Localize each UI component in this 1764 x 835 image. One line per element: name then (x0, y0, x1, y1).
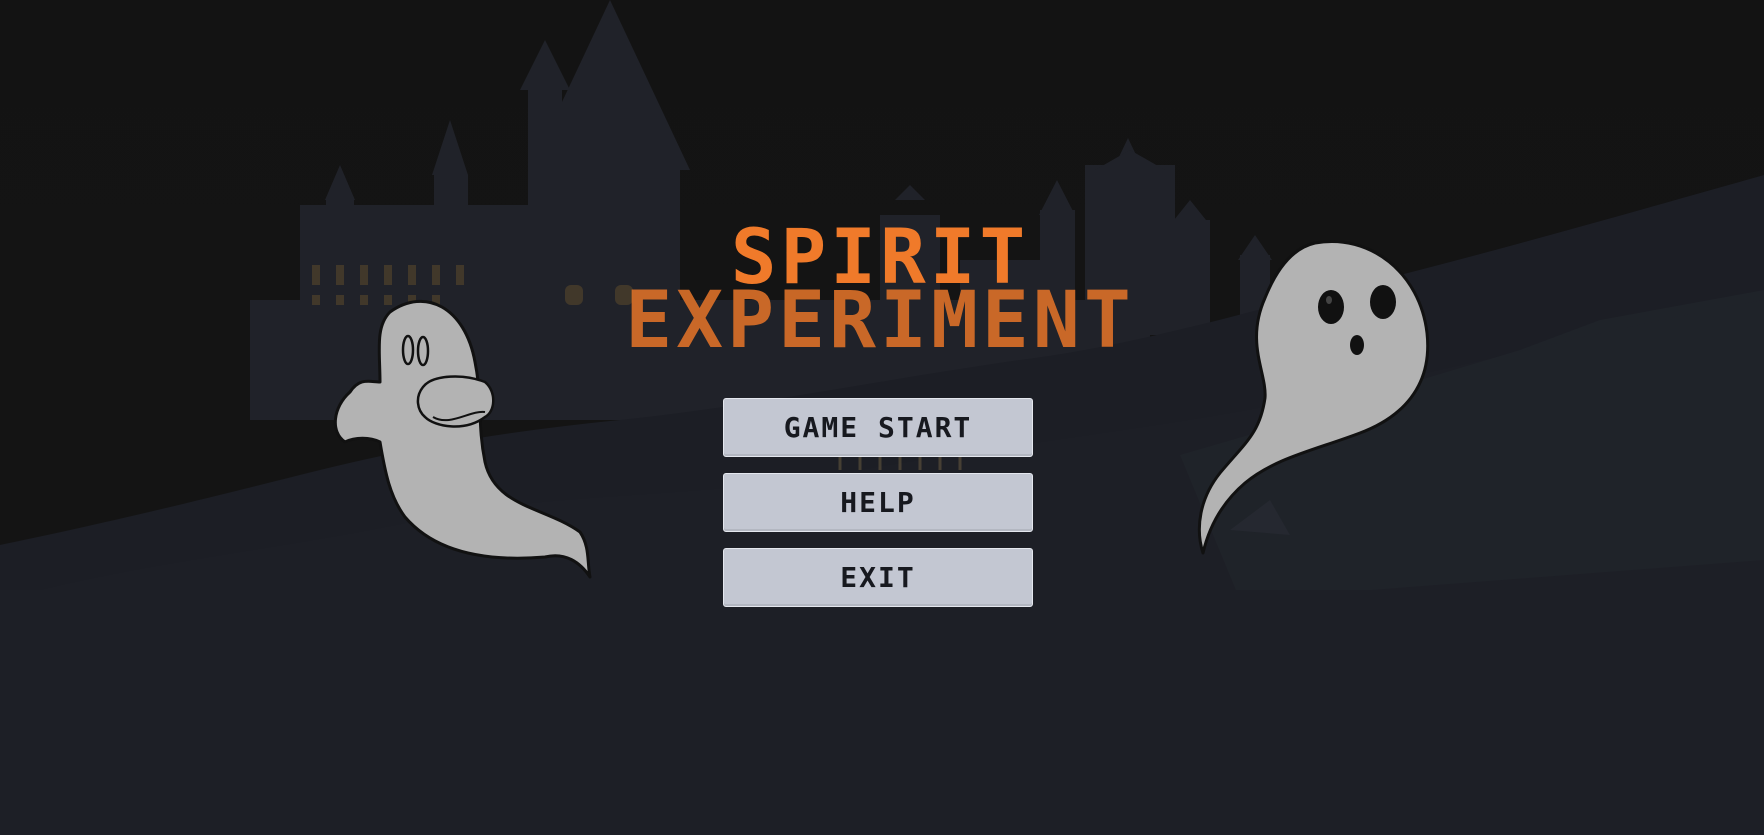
game-title: SPIRIT EXPERIMENT (560, 219, 1200, 366)
right-ghost-icon (1197, 240, 1430, 555)
help-button[interactable]: HELP (723, 473, 1033, 532)
title-screen: SPIRIT EXPERIMENT GAME START HELP EXIT (0, 0, 1764, 835)
exit-button[interactable]: EXIT (723, 548, 1033, 607)
game-start-button[interactable]: GAME START (723, 398, 1033, 457)
title-line-2: EXPERIMENT (625, 276, 1135, 366)
main-menu: GAME START HELP EXIT (723, 398, 1033, 623)
left-ghost-icon (333, 300, 592, 579)
